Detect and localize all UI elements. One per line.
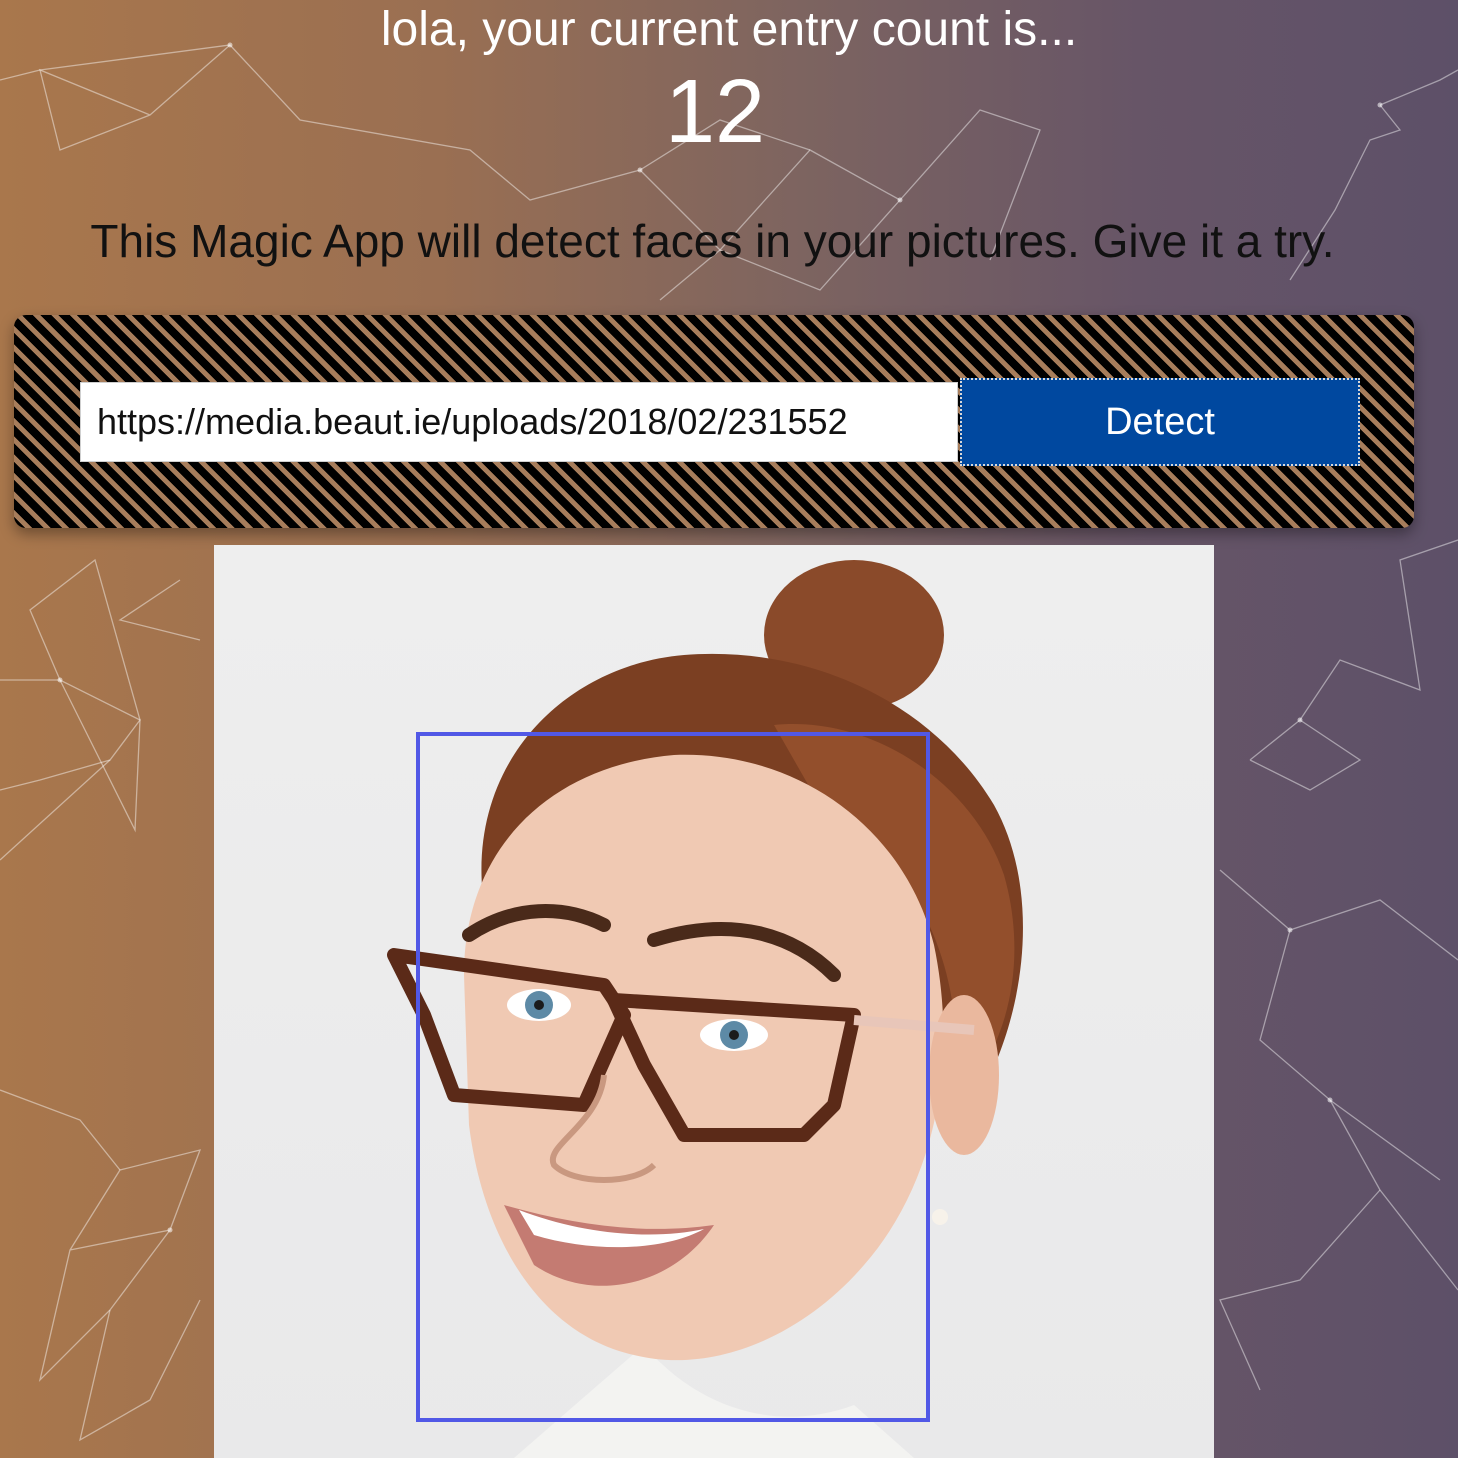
greeting-text: lola, your current entry count is... [380, 3, 1078, 56]
face-detection-box [416, 732, 930, 1422]
entry-count: 12 [664, 62, 766, 162]
image-url-input[interactable] [80, 382, 958, 462]
app-description: This Magic App will detect faces in your… [90, 215, 1335, 267]
detect-button[interactable]: Detect [960, 378, 1360, 466]
